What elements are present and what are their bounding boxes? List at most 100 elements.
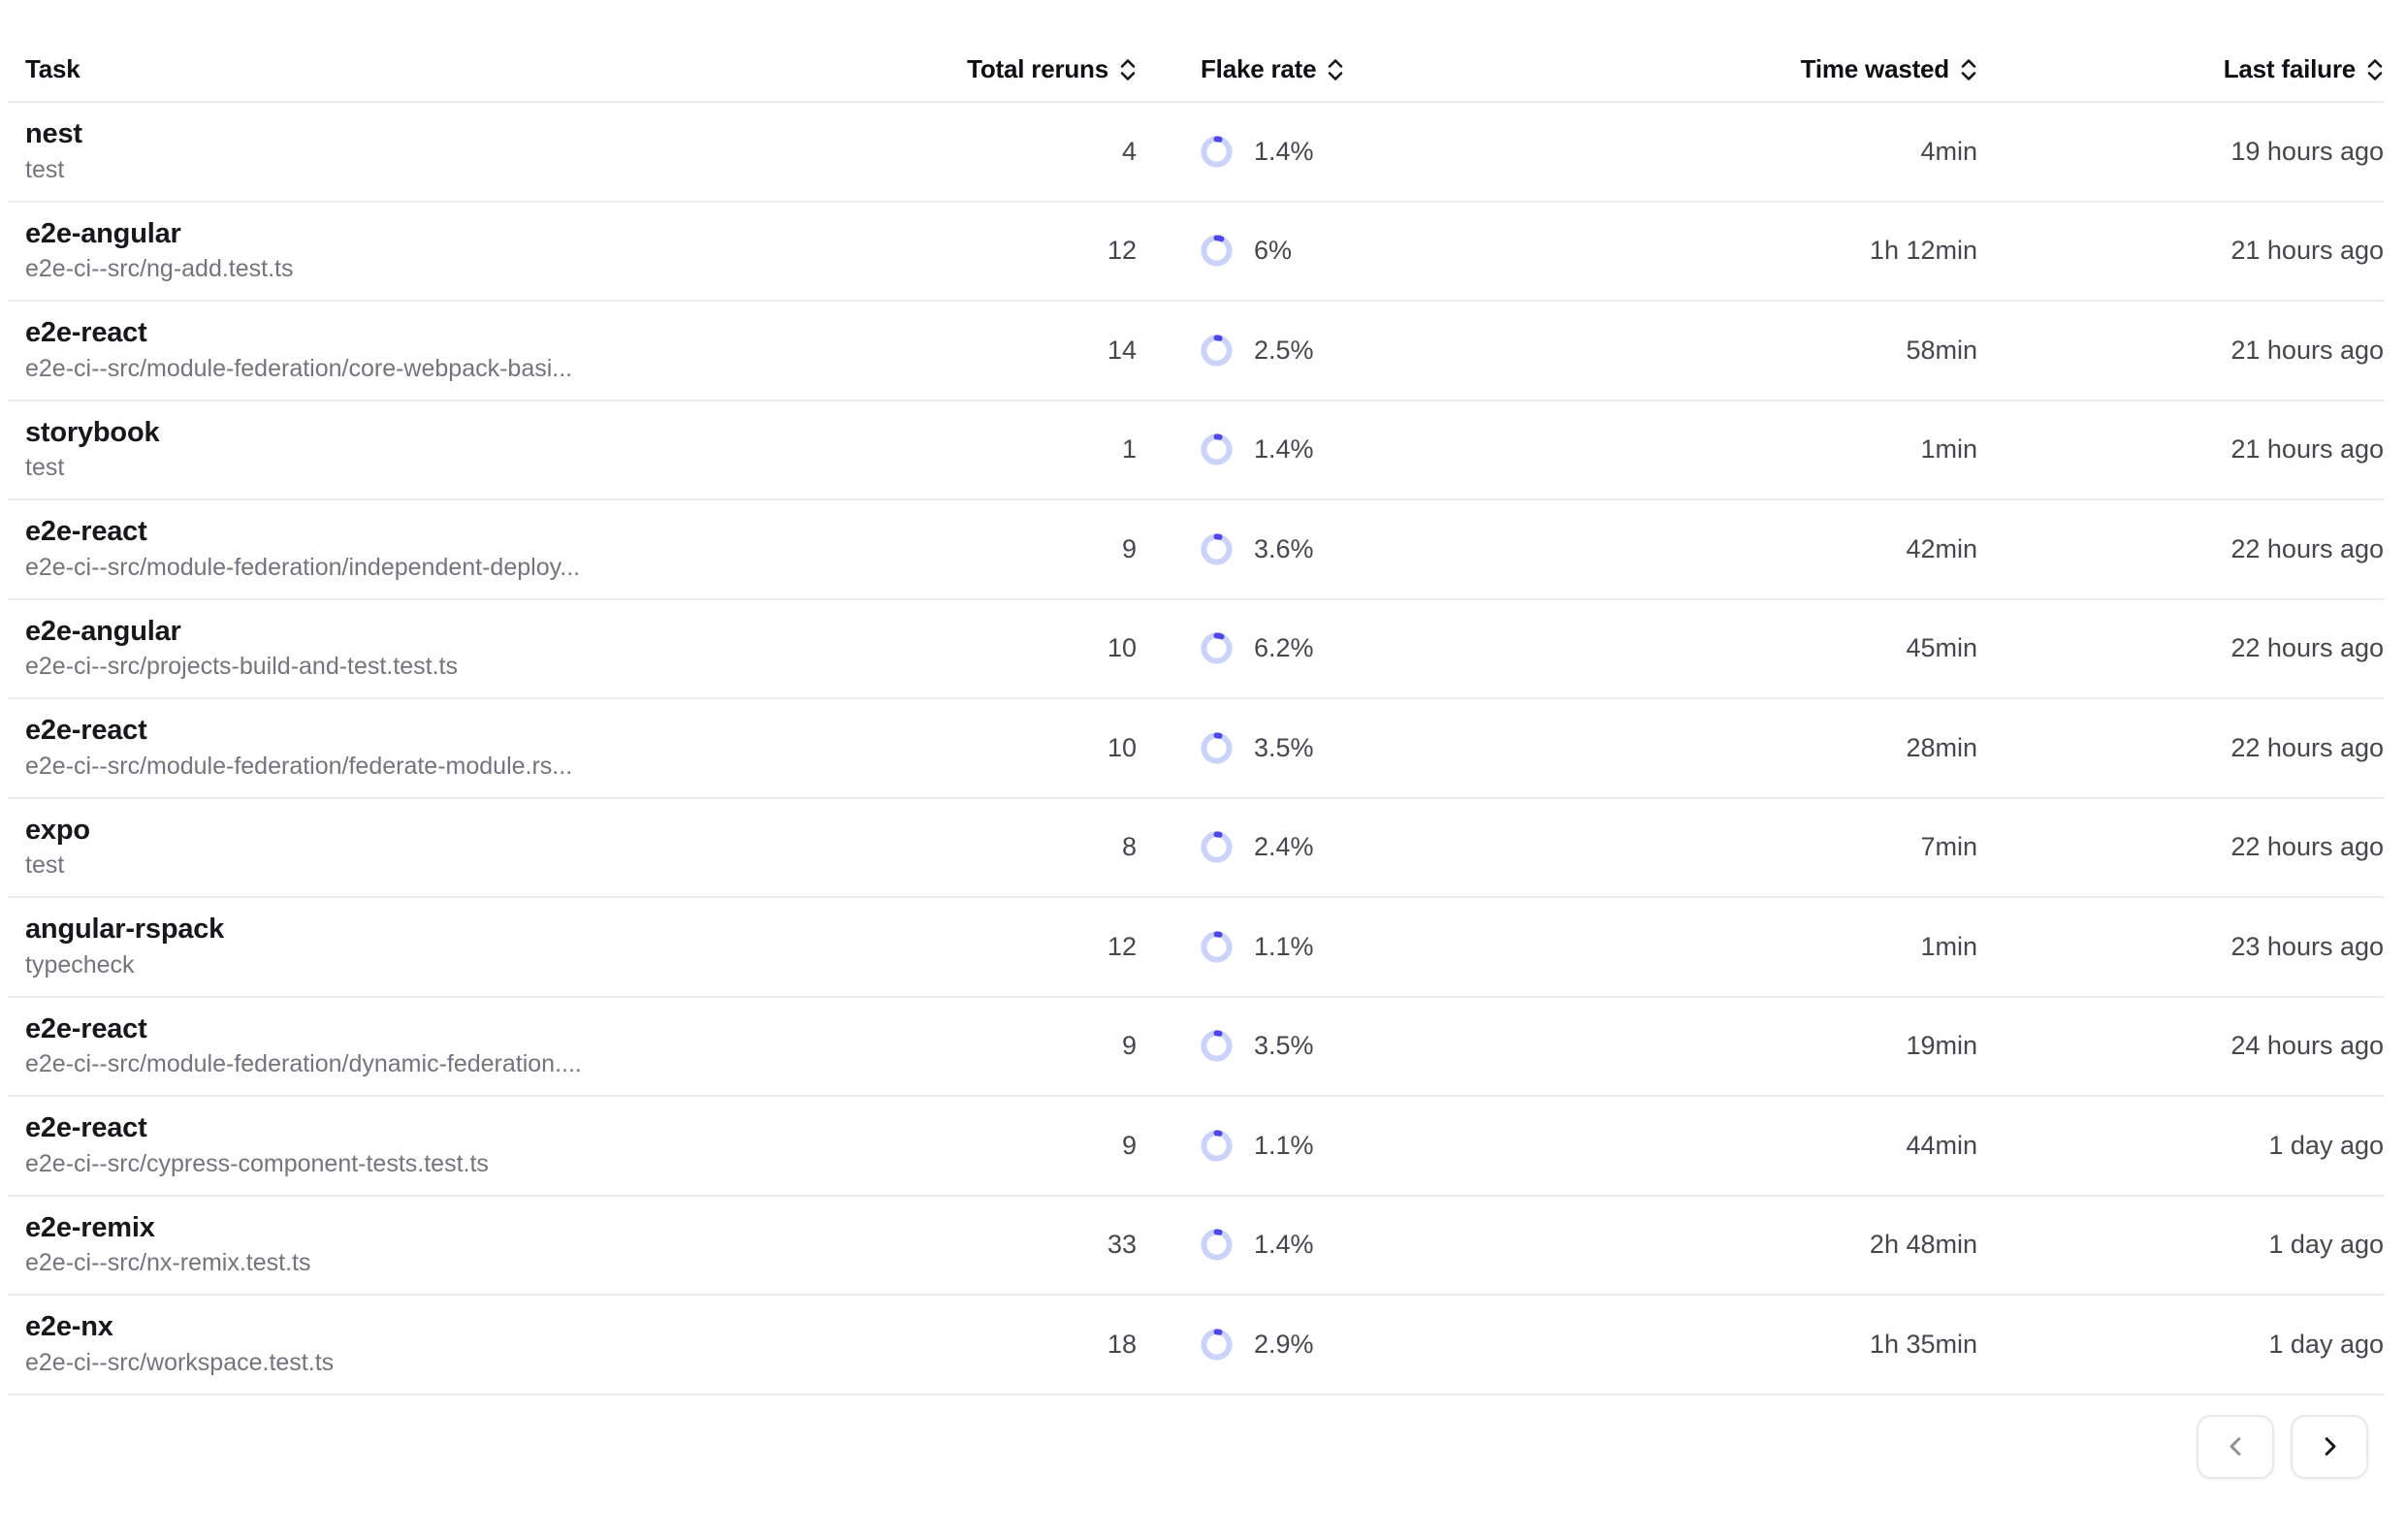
total-reruns-value: 12 — [898, 236, 1137, 266]
last-failure-value: 22 hours ago — [1977, 733, 2384, 763]
flake-rate-cell: 1.1% — [1137, 931, 1757, 963]
column-header-task: Task — [25, 54, 898, 84]
column-header-last-failure-label: Last failure — [2224, 54, 2356, 84]
task-target: typecheck — [25, 952, 898, 979]
last-failure-value: 23 hours ago — [1977, 932, 2384, 962]
table-body: nest test 4 1.4% 4min 19 hours ago e2e-a… — [0, 103, 2407, 1396]
total-reruns-value: 18 — [898, 1330, 1137, 1360]
table-row[interactable]: storybook test 1 1.4% 1min 21 hours ago — [8, 401, 2384, 501]
flake-rate-cell: 2.9% — [1137, 1329, 1757, 1361]
table-row[interactable]: e2e-react e2e-ci--src/module-federation/… — [8, 699, 2384, 799]
flake-rate-value: 6% — [1254, 236, 1292, 266]
table-row[interactable]: nest test 4 1.4% 4min 19 hours ago — [8, 103, 2384, 203]
prev-page-button[interactable] — [2197, 1415, 2274, 1479]
last-failure-value: 21 hours ago — [1977, 236, 2384, 266]
task-cell: expo test — [25, 816, 898, 880]
time-wasted-value: 2h 48min — [1757, 1230, 1977, 1260]
last-failure-value: 24 hours ago — [1977, 1031, 2384, 1061]
task-name: e2e-react — [25, 517, 898, 548]
flake-rate-cell: 2.5% — [1137, 335, 1757, 367]
task-cell: e2e-react e2e-ci--src/module-federation/… — [25, 1014, 898, 1078]
task-cell: e2e-remix e2e-ci--src/nx-remix.test.ts — [25, 1213, 898, 1277]
time-wasted-value: 44min — [1757, 1131, 1977, 1161]
flaky-tasks-table: Task Total reruns Flake rate Time wasted… — [0, 0, 2407, 1396]
pagination — [0, 1415, 2368, 1479]
task-cell: e2e-nx e2e-ci--src/workspace.test.ts — [25, 1312, 898, 1376]
task-name: angular-rspack — [25, 914, 898, 946]
flake-rate-value: 1.4% — [1254, 1230, 1314, 1260]
task-target: e2e-ci--src/ng-add.test.ts — [25, 256, 898, 283]
task-cell: e2e-react e2e-ci--src/module-federation/… — [25, 318, 898, 382]
flake-rate-value: 1.1% — [1254, 1131, 1314, 1161]
table-row[interactable]: e2e-react e2e-ci--src/module-federation/… — [8, 998, 2384, 1098]
table-row[interactable]: expo test 8 2.4% 7min 22 hours ago — [8, 799, 2384, 899]
task-name: storybook — [25, 418, 898, 449]
last-failure-value: 19 hours ago — [1977, 137, 2384, 167]
task-name: e2e-react — [25, 1014, 898, 1045]
task-cell: e2e-react e2e-ci--src/module-federation/… — [25, 517, 898, 581]
chevron-right-icon — [2317, 1433, 2343, 1460]
column-header-last-failure[interactable]: Last failure — [1977, 54, 2384, 84]
column-header-total-reruns-label: Total reruns — [967, 54, 1108, 84]
flake-rate-cell: 2.4% — [1137, 831, 1757, 863]
task-target: e2e-ci--src/module-federation/dynamic-fe… — [25, 1051, 898, 1078]
task-name: e2e-nx — [25, 1312, 898, 1343]
flake-rate-cell: 1.4% — [1137, 433, 1757, 465]
total-reruns-value: 4 — [898, 137, 1137, 167]
chevron-left-icon — [2223, 1433, 2249, 1460]
donut-progress-icon — [1201, 136, 1233, 168]
time-wasted-value: 1h 35min — [1757, 1330, 1977, 1360]
table-row[interactable]: e2e-remix e2e-ci--src/nx-remix.test.ts 3… — [8, 1197, 2384, 1297]
column-header-time-wasted[interactable]: Time wasted — [1757, 54, 1977, 84]
last-failure-value: 22 hours ago — [1977, 832, 2384, 862]
total-reruns-value: 10 — [898, 633, 1137, 663]
flake-rate-cell: 3.5% — [1137, 732, 1757, 764]
donut-progress-icon — [1201, 1030, 1233, 1062]
column-header-total-reruns[interactable]: Total reruns — [898, 54, 1137, 84]
next-page-button[interactable] — [2291, 1415, 2368, 1479]
donut-progress-icon — [1201, 533, 1233, 565]
column-header-flake-rate[interactable]: Flake rate — [1137, 54, 1757, 84]
total-reruns-value: 33 — [898, 1230, 1137, 1260]
flake-rate-value: 1.4% — [1254, 434, 1314, 465]
task-cell: e2e-react e2e-ci--src/cypress-component-… — [25, 1113, 898, 1177]
donut-progress-icon — [1201, 931, 1233, 963]
table-header-row: Task Total reruns Flake rate Time wasted… — [8, 0, 2384, 103]
donut-progress-icon — [1201, 831, 1233, 863]
total-reruns-value: 10 — [898, 733, 1137, 763]
time-wasted-value: 28min — [1757, 733, 1977, 763]
flake-rate-value: 3.6% — [1254, 534, 1314, 564]
task-target: e2e-ci--src/workspace.test.ts — [25, 1350, 898, 1377]
flake-rate-cell: 1.4% — [1137, 1229, 1757, 1261]
table-row[interactable]: e2e-react e2e-ci--src/cypress-component-… — [8, 1097, 2384, 1197]
table-row[interactable]: e2e-angular e2e-ci--src/ng-add.test.ts 1… — [8, 203, 2384, 303]
task-name: expo — [25, 816, 898, 847]
last-failure-value: 21 hours ago — [1977, 336, 2384, 366]
task-target: e2e-ci--src/nx-remix.test.ts — [25, 1250, 898, 1277]
table-row[interactable]: e2e-react e2e-ci--src/module-federation/… — [8, 302, 2384, 401]
time-wasted-value: 4min — [1757, 137, 1977, 167]
total-reruns-value: 14 — [898, 336, 1137, 366]
flake-rate-value: 3.5% — [1254, 1031, 1314, 1061]
flake-rate-cell: 6% — [1137, 235, 1757, 267]
total-reruns-value: 9 — [898, 1131, 1137, 1161]
sort-icon — [2366, 57, 2384, 82]
column-header-task-label: Task — [25, 54, 80, 84]
task-name: nest — [25, 119, 898, 150]
time-wasted-value: 1min — [1757, 434, 1977, 465]
total-reruns-value: 1 — [898, 434, 1137, 465]
task-cell: storybook test — [25, 418, 898, 482]
time-wasted-value: 42min — [1757, 534, 1977, 564]
donut-progress-icon — [1201, 335, 1233, 367]
table-row[interactable]: e2e-nx e2e-ci--src/workspace.test.ts 18 … — [8, 1296, 2384, 1396]
total-reruns-value: 9 — [898, 1031, 1137, 1061]
task-target: e2e-ci--src/module-federation/federate-m… — [25, 754, 898, 781]
table-row[interactable]: angular-rspack typecheck 12 1.1% 1min 23… — [8, 898, 2384, 998]
table-row[interactable]: e2e-angular e2e-ci--src/projects-build-a… — [8, 600, 2384, 700]
flake-rate-value: 1.4% — [1254, 137, 1314, 167]
table-row[interactable]: e2e-react e2e-ci--src/module-federation/… — [8, 500, 2384, 600]
last-failure-value: 1 day ago — [1977, 1330, 2384, 1360]
flake-rate-cell: 1.4% — [1137, 136, 1757, 168]
column-header-flake-rate-label: Flake rate — [1201, 54, 1316, 84]
task-name: e2e-remix — [25, 1213, 898, 1244]
